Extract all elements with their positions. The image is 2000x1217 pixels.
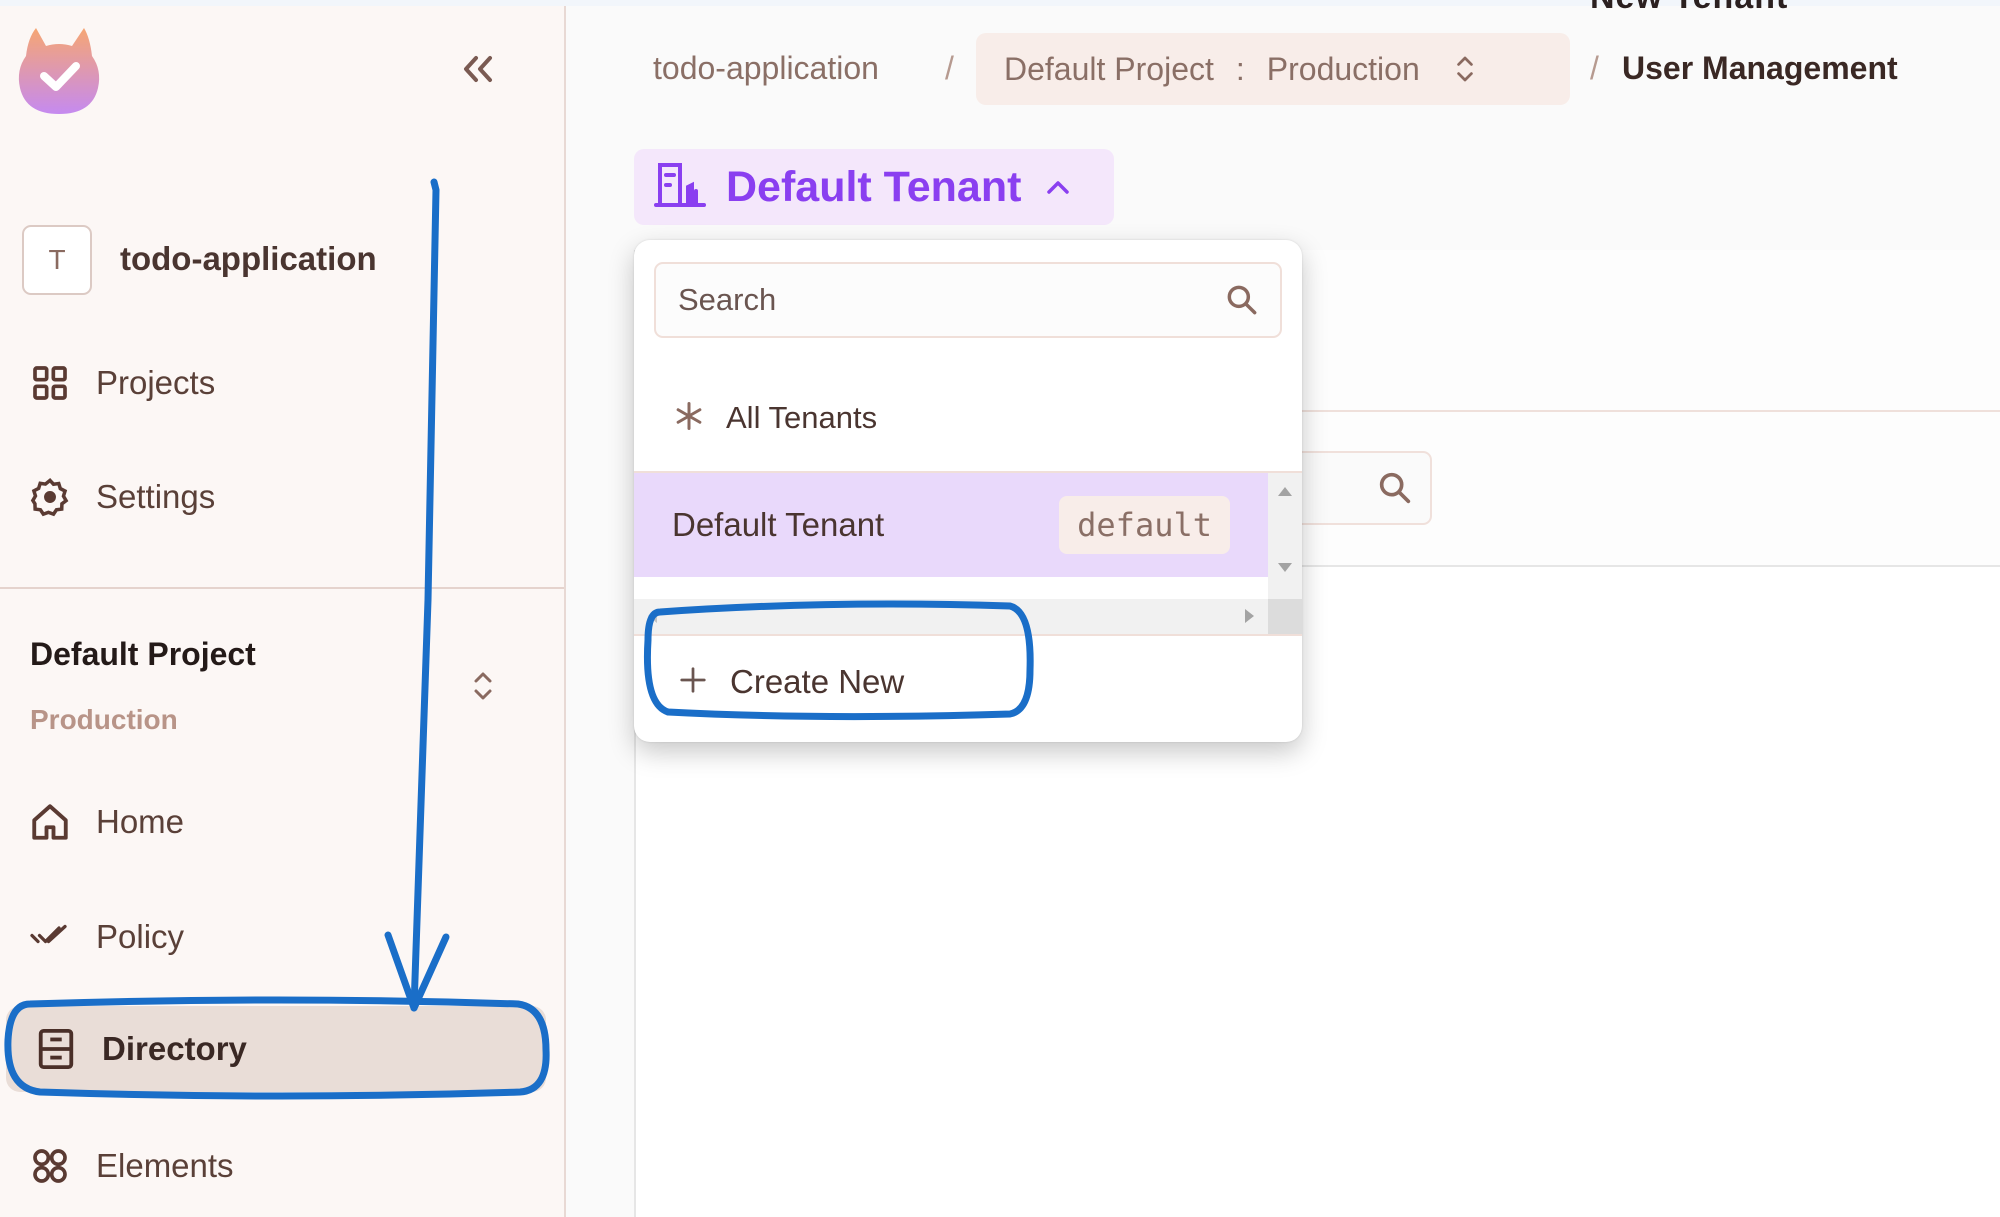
- sidebar-item-projects[interactable]: Projects: [0, 340, 545, 426]
- sidebar-item-label: Settings: [96, 478, 216, 515]
- tenant-list: Default Tenant default: [634, 471, 1302, 636]
- home-icon: [28, 800, 72, 844]
- sidebar-item-settings[interactable]: Settings: [0, 454, 545, 540]
- sidebar-item-label: Directory: [102, 1030, 247, 1067]
- breadcrumb-project-selector[interactable]: Default Project : Production: [976, 33, 1570, 105]
- search-icon[interactable]: [1375, 468, 1415, 513]
- sidebar-item-label: Projects: [96, 364, 216, 401]
- tenant-option-default[interactable]: Default Tenant default: [634, 473, 1268, 577]
- cabinet-icon: [34, 1027, 78, 1071]
- chevron-up-down-icon: [1454, 52, 1476, 86]
- collapse-sidebar-button[interactable]: [455, 48, 501, 94]
- chevron-up-icon: [1045, 178, 1071, 196]
- tenant-option-name: Default Tenant: [672, 506, 885, 543]
- project-switcher-button[interactable]: [466, 668, 500, 708]
- double-chevron-left-icon: [460, 54, 496, 89]
- breadcrumb-separator: /: [945, 50, 954, 86]
- all-tenants-option[interactable]: All Tenants: [634, 370, 1302, 466]
- breadcrumb-environment: Production: [1266, 50, 1420, 87]
- sidebar-item-elements[interactable]: Elements: [0, 1123, 545, 1209]
- breadcrumb-project: Default Project: [1004, 50, 1214, 87]
- tenant-selector-button[interactable]: Default Tenant: [634, 149, 1114, 225]
- project-environment: Production: [30, 704, 178, 735]
- sidebar-item-label: Policy: [96, 918, 185, 955]
- sidebar-item-policy[interactable]: Policy: [0, 894, 545, 980]
- asterisk-icon: [674, 401, 704, 436]
- sidebar-item-home[interactable]: Home: [0, 779, 545, 865]
- scrollbar-corner: [1268, 599, 1302, 634]
- clipped-header-text: New Tenant: [1590, 0, 1788, 17]
- vertical-scrollbar[interactable]: [1268, 473, 1302, 599]
- horizontal-scrollbar[interactable]: [634, 599, 1268, 634]
- grid-icon: [28, 361, 72, 405]
- gear-icon: [28, 475, 72, 519]
- scroll-up-arrow-icon[interactable]: [1278, 487, 1292, 496]
- tenant-search-input[interactable]: [656, 281, 1220, 319]
- tenant-search-field[interactable]: [654, 262, 1282, 338]
- sidebar-item-label: Home: [96, 803, 185, 840]
- building-icon: [654, 161, 706, 214]
- scroll-right-arrow-icon[interactable]: [1245, 609, 1254, 623]
- scroll-down-arrow-icon[interactable]: [1278, 563, 1292, 572]
- org-name[interactable]: todo-application: [120, 240, 377, 278]
- breadcrumb-current-page: User Management: [1622, 50, 1898, 86]
- breadcrumb-colon: :: [1235, 50, 1245, 87]
- all-tenants-label: All Tenants: [726, 400, 878, 435]
- tenant-key-badge: default: [1059, 496, 1230, 554]
- breadcrumb-org-link[interactable]: todo-application: [653, 50, 879, 87]
- tenant-selector-label: Default Tenant: [726, 162, 1022, 211]
- create-new-label: Create New: [730, 663, 905, 700]
- org-avatar[interactable]: T: [22, 225, 92, 295]
- breadcrumb-separator: /: [1590, 50, 1599, 86]
- plus-icon: [678, 665, 708, 700]
- app-logo[interactable]: [14, 22, 104, 118]
- org-avatar-letter: T: [48, 244, 66, 275]
- double-check-icon: [28, 915, 72, 959]
- tenant-dropdown: All Tenants Default Tenant default Creat…: [634, 240, 1302, 742]
- search-icon[interactable]: [1220, 278, 1264, 322]
- project-name[interactable]: Default Project: [30, 636, 256, 673]
- chevron-up-down-icon: [471, 668, 495, 709]
- sidebar-item-directory[interactable]: Directory: [6, 1006, 546, 1092]
- scroll-left-arrow-icon[interactable]: [648, 609, 657, 623]
- panel-divider: [1300, 410, 2000, 412]
- four-circles-icon: [28, 1144, 72, 1188]
- create-new-tenant-button[interactable]: Create New: [634, 634, 1302, 730]
- sidebar-divider: [0, 587, 564, 589]
- sidebar-item-label: Elements: [96, 1147, 234, 1184]
